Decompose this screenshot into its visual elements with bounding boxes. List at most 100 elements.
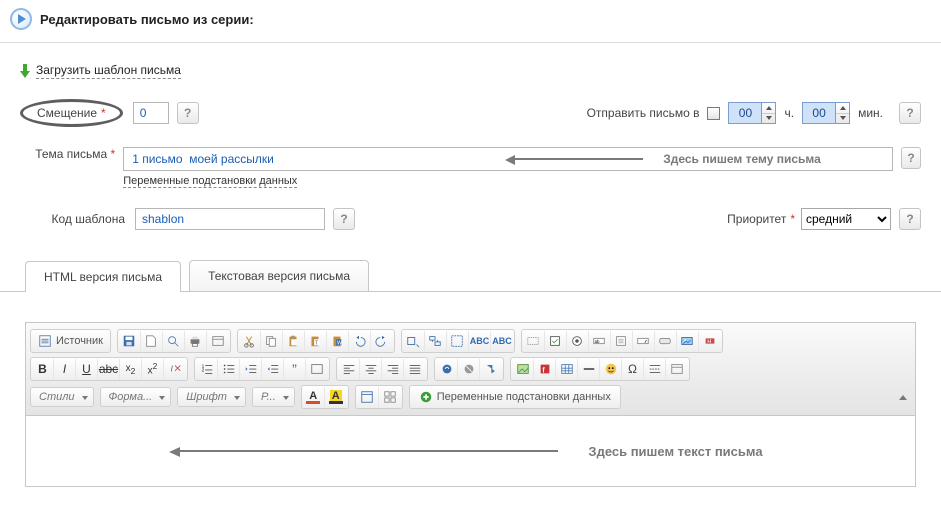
new-page-icon[interactable] <box>141 331 163 351</box>
tab-text[interactable]: Текстовая версия письма <box>189 260 369 291</box>
subject-help-button[interactable]: ? <box>901 147 921 169</box>
priority-select[interactable]: средний <box>801 208 891 230</box>
send-time-block: Отправить письмо в 00 ч. 00 мин. ? <box>587 102 921 124</box>
subject-vars-link[interactable]: Переменные подстановки данных <box>123 175 297 188</box>
flash-icon[interactable]: f <box>534 359 556 379</box>
blockquote-icon[interactable]: ” <box>284 359 306 379</box>
align-justify-icon[interactable] <box>404 359 426 379</box>
page-header: Редактировать письмо из серии: <box>0 0 941 43</box>
paste-icon[interactable] <box>283 331 305 351</box>
align-center-icon[interactable] <box>360 359 382 379</box>
table-icon[interactable] <box>556 359 578 379</box>
indent-icon[interactable] <box>262 359 284 379</box>
paste-word-icon[interactable]: W <box>327 331 349 351</box>
numbered-list-icon[interactable]: 12 <box>196 359 218 379</box>
minutes-up-icon[interactable] <box>836 103 849 114</box>
send-time-checkbox[interactable] <box>707 107 720 120</box>
template-code-input[interactable] <box>135 208 325 230</box>
styles-dropdown[interactable]: Стили <box>30 387 94 407</box>
outdent-icon[interactable] <box>240 359 262 379</box>
page-break-icon[interactable] <box>644 359 666 379</box>
page-title: Редактировать письмо из серии: <box>40 12 254 27</box>
offset-input[interactable] <box>133 102 169 124</box>
svg-text:2: 2 <box>201 368 204 373</box>
hours-value: 00 <box>729 106 761 120</box>
redo-icon[interactable] <box>371 331 393 351</box>
editor-body[interactable]: Здесь пишем текст письма <box>26 416 915 486</box>
load-template-link[interactable]: Загрузить шаблон письма <box>36 63 181 79</box>
checkbox-icon[interactable] <box>545 331 567 351</box>
tab-html[interactable]: HTML версия письма <box>25 261 181 292</box>
minutes-spinner[interactable]: 00 <box>802 102 850 124</box>
subject-label: Тема письма <box>35 147 107 161</box>
replace-icon[interactable] <box>425 331 447 351</box>
special-char-icon[interactable]: Ω <box>622 359 644 379</box>
div-icon[interactable] <box>306 359 328 379</box>
bg-color-icon[interactable]: A <box>325 387 347 407</box>
hours-up-icon[interactable] <box>762 103 775 114</box>
vars-button[interactable]: Переменные подстановки данных <box>411 387 619 407</box>
minutes-down-icon[interactable] <box>836 114 849 124</box>
template-code-help-button[interactable]: ? <box>333 208 355 230</box>
image-icon[interactable] <box>512 359 534 379</box>
show-blocks-icon[interactable] <box>379 387 401 407</box>
spellcheck-icon[interactable]: ABC <box>469 331 491 351</box>
italic-icon[interactable]: I <box>54 359 76 379</box>
font-dropdown[interactable]: Шрифт <box>177 387 246 407</box>
underline-icon[interactable]: U <box>76 359 98 379</box>
maximize-icon[interactable] <box>357 387 379 407</box>
superscript-icon[interactable]: x2 <box>142 359 164 379</box>
editor-toolbar: Источник T W <box>26 323 915 416</box>
offset-help-button[interactable]: ? <box>177 102 199 124</box>
send-time-help-button[interactable]: ? <box>899 102 921 124</box>
preview-icon[interactable] <box>163 331 185 351</box>
toolbar-collapse-icon[interactable] <box>899 395 911 400</box>
text-color-icon[interactable]: A <box>303 387 325 407</box>
cut-icon[interactable] <box>239 331 261 351</box>
remove-format-icon[interactable]: I <box>164 359 186 379</box>
image-button-icon[interactable] <box>677 331 699 351</box>
print-icon[interactable] <box>185 331 207 351</box>
textarea-icon[interactable] <box>611 331 633 351</box>
select-field-icon[interactable] <box>633 331 655 351</box>
save-icon[interactable] <box>119 331 141 351</box>
hours-spinner[interactable]: 00 <box>728 102 776 124</box>
find-icon[interactable] <box>403 331 425 351</box>
radio-icon[interactable] <box>567 331 589 351</box>
source-button[interactable]: Источник <box>32 331 109 351</box>
bold-icon[interactable]: B <box>32 359 54 379</box>
unlink-icon[interactable] <box>458 359 480 379</box>
template-code-label: Код шаблона <box>52 212 125 226</box>
hidden-field-icon[interactable]: H <box>699 331 721 351</box>
hours-down-icon[interactable] <box>762 114 775 124</box>
iframe-icon[interactable] <box>666 359 688 379</box>
undo-icon[interactable] <box>349 331 371 351</box>
format-dropdown[interactable]: Форма... <box>100 387 172 407</box>
bullet-list-icon[interactable] <box>218 359 240 379</box>
templates-icon[interactable] <box>207 331 229 351</box>
button-field-icon[interactable] <box>655 331 677 351</box>
link-icon[interactable] <box>436 359 458 379</box>
smiley-icon[interactable] <box>600 359 622 379</box>
select-all-icon[interactable] <box>447 331 469 351</box>
subscript-icon[interactable]: x2 <box>120 359 142 379</box>
paste-text-icon[interactable]: T <box>305 331 327 351</box>
required-star: * <box>101 106 106 120</box>
priority-label: Приоритет <box>727 212 786 226</box>
anchor-icon[interactable] <box>480 359 502 379</box>
align-left-icon[interactable] <box>338 359 360 379</box>
minutes-suffix: мин. <box>858 106 883 120</box>
align-right-icon[interactable] <box>382 359 404 379</box>
offset-label-circle: Смещение * <box>20 99 123 127</box>
scayt-icon[interactable]: ABC <box>491 331 513 351</box>
size-dropdown[interactable]: Р... <box>252 387 295 407</box>
hr-icon[interactable] <box>578 359 600 379</box>
priority-help-button[interactable]: ? <box>899 208 921 230</box>
rich-text-editor: Источник T W <box>25 322 916 487</box>
svg-text:W: W <box>337 341 342 347</box>
textfield-icon[interactable]: ab <box>589 331 611 351</box>
copy-icon[interactable] <box>261 331 283 351</box>
subject-input[interactable] <box>123 147 893 171</box>
strike-icon[interactable]: abc <box>98 359 120 379</box>
form-icon[interactable] <box>523 331 545 351</box>
